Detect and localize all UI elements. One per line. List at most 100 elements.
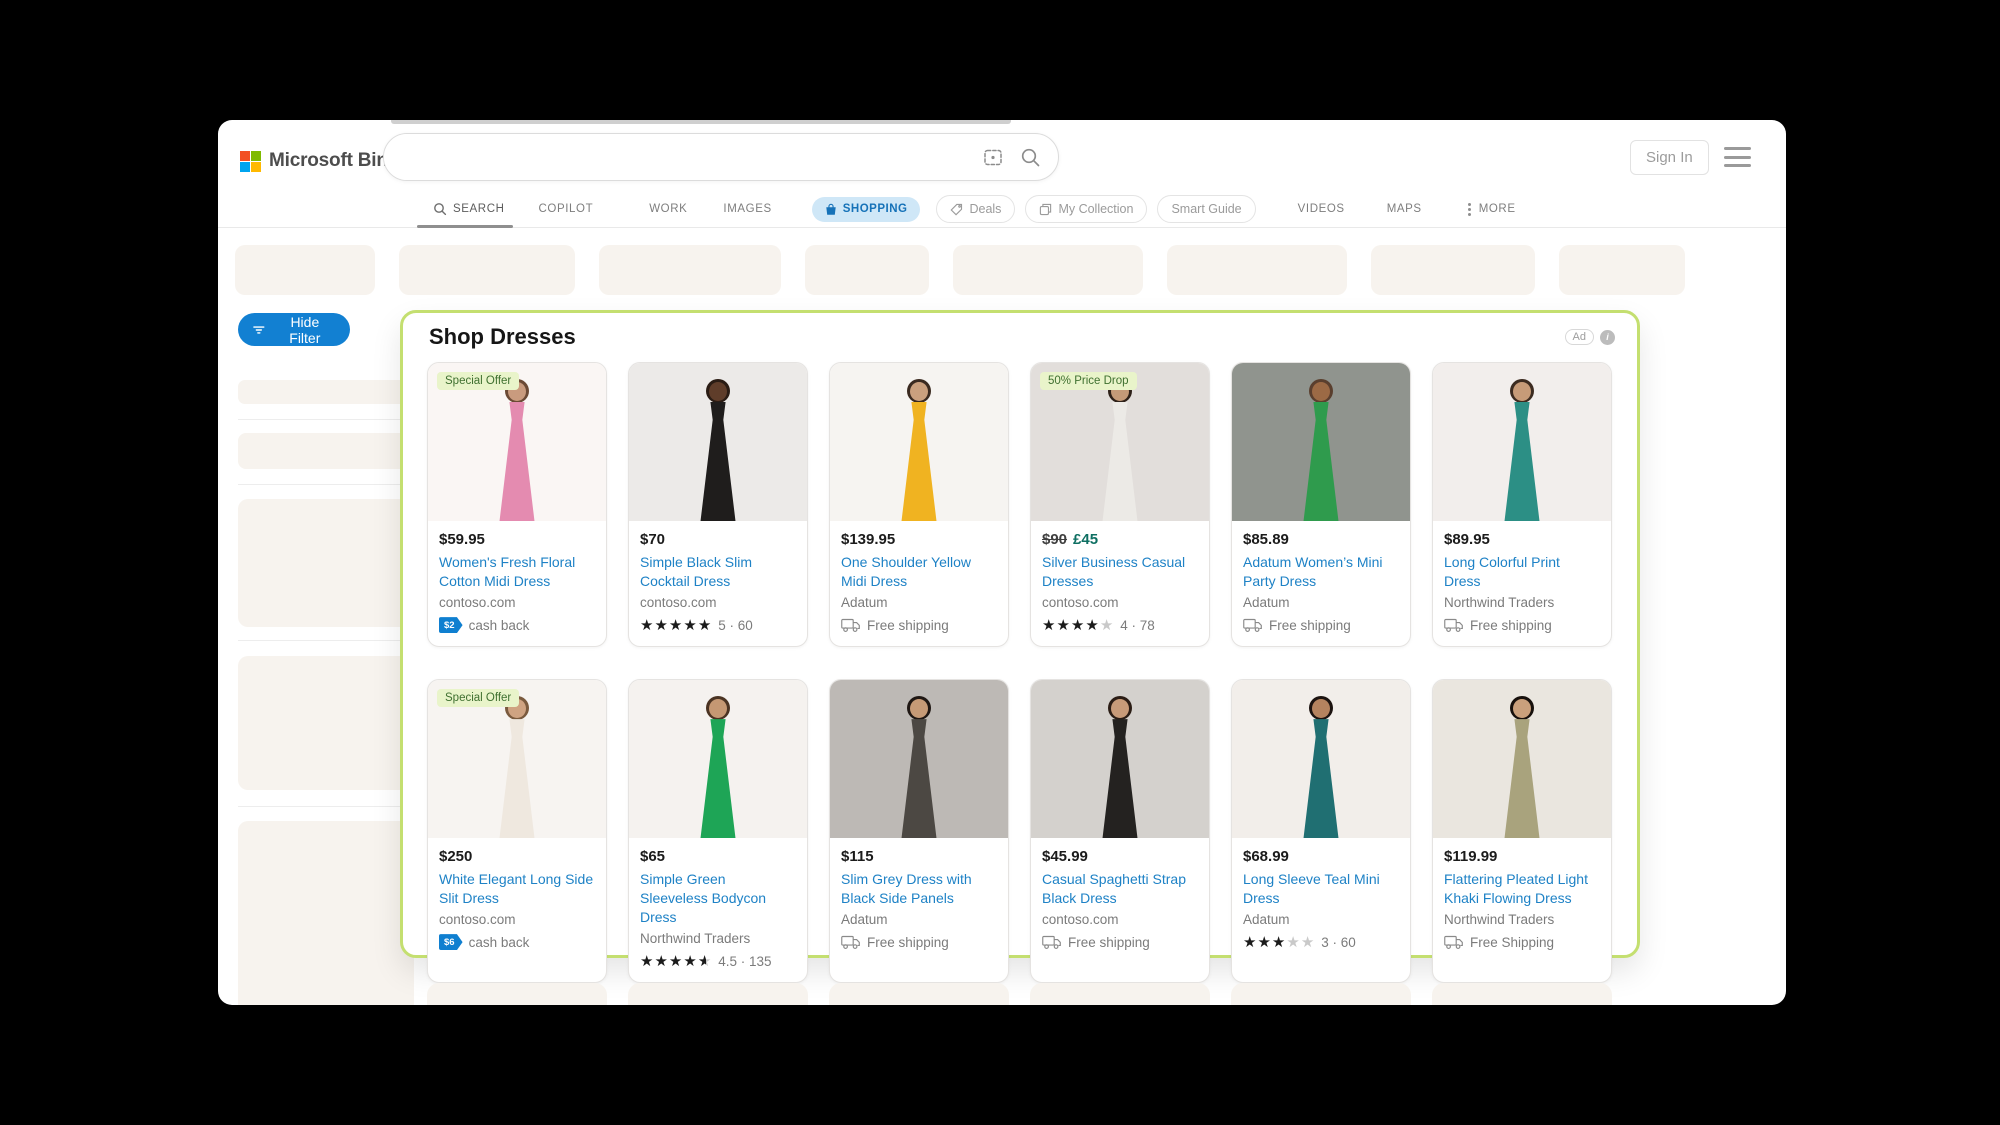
dress-shape [1283,402,1359,521]
product-photo[interactable] [1031,680,1209,838]
tab-more[interactable]: MORE [1468,203,1516,216]
microsoft-bing-logo[interactable]: Microsoft Bing [240,150,399,172]
product-card[interactable]: $65 Simple Green Sleeveless Bodycon Dres… [628,679,808,983]
search-tab-icon [433,202,447,216]
product-seller: Adatum [841,595,997,610]
dress-shape [680,402,756,521]
info-icon[interactable]: i [1600,330,1615,345]
menu-icon[interactable] [1724,147,1751,167]
product-grid: Special Offer $59.95 Women's Fresh Flora… [403,360,1637,983]
tab-copilot[interactable]: COPILOT [539,203,594,215]
dress-shape [881,719,957,838]
dress-figure [1477,696,1567,838]
shipping-label: Free shipping [867,618,949,633]
product-photo[interactable]: 50% Price Drop [1031,363,1209,521]
product-title-link[interactable]: Slim Grey Dress with Black Side Panels [841,870,997,908]
product-title-link[interactable]: Flattering Pleated Light Khaki Flowing D… [1444,870,1600,908]
product-card[interactable]: Special Offer $250 White Elegant Long Si… [427,679,607,983]
product-title-link[interactable]: Silver Business Casual Dresses [1042,553,1198,591]
product-title-link[interactable]: Long Sleeve Teal Mini Dress [1243,870,1399,908]
truck-icon [1444,618,1464,633]
product-seller: Adatum [1243,912,1399,927]
filter-icon [252,323,266,337]
tag-icon [950,203,963,216]
product-card[interactable]: $119.99 Flattering Pleated Light Khaki F… [1432,679,1612,983]
tab-my-collection[interactable]: My Collection [1025,195,1147,223]
dress-shape [1082,719,1158,838]
product-seller: contoso.com [640,595,796,610]
sign-in-button[interactable]: Sign In [1630,140,1709,175]
product-photo[interactable] [629,363,807,521]
cashback-label: cash back [469,935,530,950]
product-card[interactable]: $89.95 Long Colorful Print Dress Northwi… [1432,362,1612,647]
product-photo[interactable] [830,680,1008,838]
product-photo[interactable] [1232,680,1410,838]
skeleton-card [628,983,808,1005]
product-price: $68.99 [1243,848,1399,865]
tab-videos[interactable]: VIDEOS [1298,203,1345,215]
dress-figure [1276,696,1366,838]
product-card[interactable]: Special Offer $59.95 Women's Fresh Flora… [427,362,607,647]
divider [238,806,414,807]
promo-badge: Special Offer [437,372,519,390]
tab-search[interactable]: SEARCH [433,202,505,216]
tab-smart-guide[interactable]: Smart Guide [1157,195,1255,223]
product-seller: contoso.com [1042,912,1198,927]
shipping-row: Free shipping [841,933,997,951]
product-seller: Northwind Traders [640,931,796,946]
skeleton-card [1231,983,1411,1005]
tab-shopping[interactable]: SHOPPING [812,197,921,222]
tab-work[interactable]: WORK [649,203,687,215]
product-photo[interactable] [1433,363,1611,521]
product-price: $45.99 [1042,848,1198,865]
product-card[interactable]: $70 Simple Black Slim Cocktail Dress con… [628,362,808,647]
product-info: $250 White Elegant Long Side Slit Dress … [428,838,606,963]
product-photo[interactable]: Special Offer [428,680,606,838]
product-title-link[interactable]: Long Colorful Print Dress [1444,553,1600,591]
tab-deals[interactable]: Deals [936,195,1015,223]
tab-maps[interactable]: MAPS [1387,203,1422,215]
head-shape [1312,699,1330,718]
product-title-link[interactable]: One Shoulder Yellow Midi Dress [841,553,997,591]
product-card[interactable]: $85.89 Adatum Women’s Mini Party Dress A… [1231,362,1411,647]
product-title-link[interactable]: White Elegant Long Side Slit Dress [439,870,595,908]
product-info: $85.89 Adatum Women’s Mini Party Dress A… [1232,521,1410,646]
camera-icon[interactable] [981,145,1005,169]
collection-icon [1039,203,1052,216]
product-photo[interactable] [1232,363,1410,521]
shopping-bag-icon [825,203,837,216]
product-title-link[interactable]: Casual Spaghetti Strap Black Dress [1042,870,1198,908]
product-photo[interactable] [830,363,1008,521]
product-info: $119.99 Flattering Pleated Light Khaki F… [1433,838,1611,963]
skeleton-chip [235,245,375,295]
tab-images[interactable]: IMAGES [723,203,771,215]
dress-figure [673,696,763,838]
product-info: $115 Slim Grey Dress with Black Side Pan… [830,838,1008,963]
dress-shape [881,402,957,521]
product-info: $90 £45 Silver Business Casual Dresses c… [1031,521,1209,646]
product-price: $59.95 [439,531,595,548]
product-title-link[interactable]: Simple Green Sleeveless Bodycon Dress [640,870,796,927]
cashback-row: $6 cash back [439,933,595,951]
head-shape [1513,382,1531,401]
product-card[interactable]: 50% Price Drop $90 £45 Silver Business C… [1030,362,1210,647]
shipping-row: Free shipping [1444,616,1600,634]
head-shape [1513,699,1531,718]
product-photo[interactable]: Special Offer [428,363,606,521]
product-title-link[interactable]: Women's Fresh Floral Cotton Midi Dress [439,553,595,591]
search-input[interactable] [384,134,981,180]
rating-row: ★★★★★ 3 · 60 [1243,933,1399,951]
product-card[interactable]: $45.99 Casual Spaghetti Strap Black Dres… [1030,679,1210,983]
product-title-link[interactable]: Adatum Women’s Mini Party Dress [1243,553,1399,591]
brand-name: Microsoft Bing [269,150,399,172]
page-top-skeleton-bar [391,120,1011,124]
product-card[interactable]: $115 Slim Grey Dress with Black Side Pan… [829,679,1009,983]
product-photo[interactable] [1433,680,1611,838]
hide-filter-button[interactable]: Hide Filter [238,313,350,346]
product-card[interactable]: $68.99 Long Sleeve Teal Mini Dress Adatu… [1231,679,1411,983]
product-title-link[interactable]: Simple Black Slim Cocktail Dress [640,553,796,591]
product-photo[interactable] [629,680,807,838]
product-info: $70 Simple Black Slim Cocktail Dress con… [629,521,807,646]
search-icon[interactable] [1019,146,1042,169]
product-card[interactable]: $139.95 One Shoulder Yellow Midi Dress A… [829,362,1009,647]
